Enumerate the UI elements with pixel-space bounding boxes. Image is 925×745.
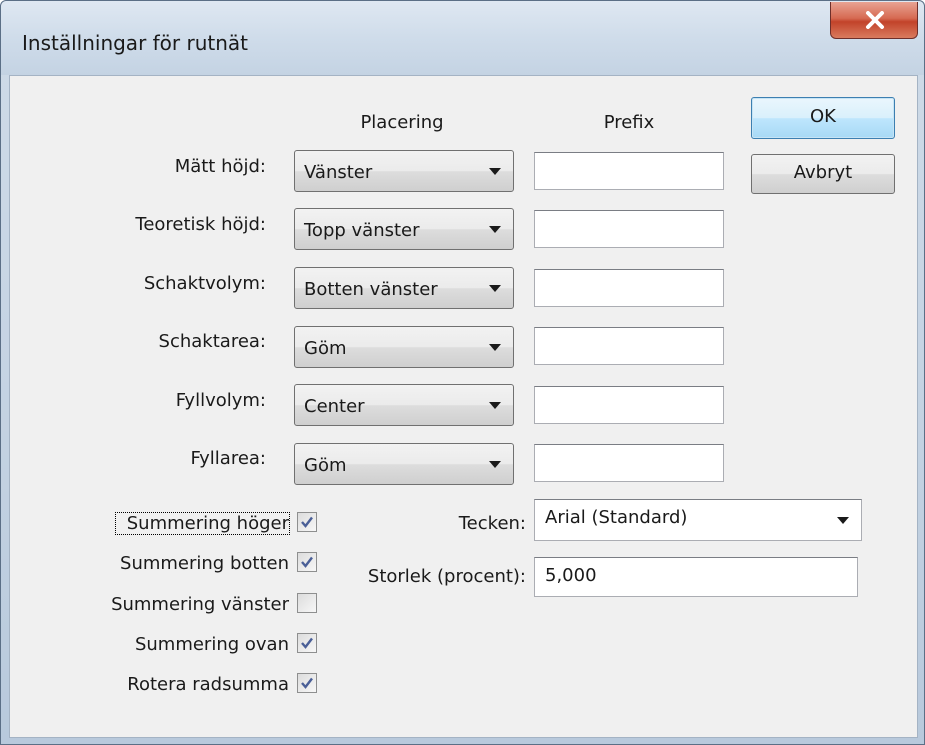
row-label-theoretical-height: Teoretisk höjd: bbox=[135, 214, 266, 235]
checkbox-sum-left[interactable] bbox=[297, 593, 317, 613]
placement-value: Topp vänster bbox=[304, 220, 420, 241]
checkbox-label-sum-bottom[interactable]: Summering botten bbox=[70, 553, 289, 574]
checkbox-sum-right[interactable] bbox=[297, 512, 317, 532]
checkbox-label-rotate-row-sum[interactable]: Rotera radsumma bbox=[70, 674, 289, 695]
placement-select-theoretical-height[interactable]: Topp vänster bbox=[294, 208, 514, 250]
window-title: Inställningar för rutnät bbox=[22, 31, 249, 55]
ok-button[interactable]: OK bbox=[751, 97, 895, 139]
checkbox-rotate-row-sum[interactable] bbox=[297, 673, 317, 693]
dropdown-arrow-icon bbox=[489, 461, 501, 468]
dialog-window: Inställningar för rutnät Placering Prefi… bbox=[0, 0, 925, 745]
checkmark-icon bbox=[301, 637, 313, 649]
placement-value: Göm bbox=[304, 338, 347, 359]
placement-select-fill-volume[interactable]: Center bbox=[294, 384, 514, 426]
placement-select-measured-height[interactable]: Vänster bbox=[294, 150, 514, 192]
dropdown-arrow-icon bbox=[489, 344, 501, 351]
checkbox-label-sum-top[interactable]: Summering ovan bbox=[70, 634, 289, 655]
close-button[interactable] bbox=[830, 2, 918, 39]
dropdown-arrow-icon bbox=[489, 285, 501, 292]
row-label-fill-area: Fyllarea: bbox=[190, 448, 266, 469]
title-bar[interactable]: Inställningar för rutnät bbox=[1, 1, 924, 75]
size-label: Storlek (procent): bbox=[367, 566, 526, 587]
prefix-input-cut-area[interactable] bbox=[534, 327, 724, 365]
placement-value: Göm bbox=[304, 455, 347, 476]
font-select[interactable]: Arial (Standard) bbox=[534, 499, 862, 541]
checkmark-icon bbox=[301, 556, 313, 568]
column-header-placement: Placering bbox=[360, 112, 444, 133]
prefix-input-cut-volume[interactable] bbox=[534, 269, 724, 307]
row-label-cut-area: Schaktarea: bbox=[158, 331, 266, 352]
dropdown-arrow-icon bbox=[837, 517, 849, 524]
size-input-value: 5,000 bbox=[545, 565, 597, 586]
prefix-input-fill-volume[interactable] bbox=[534, 386, 724, 424]
placement-select-fill-area[interactable]: Göm bbox=[294, 443, 514, 485]
row-label-cut-volume: Schaktvolym: bbox=[143, 273, 266, 294]
font-select-value: Arial (Standard) bbox=[545, 507, 688, 528]
prefix-input-measured-height[interactable] bbox=[534, 152, 724, 190]
row-label-fill-volume: Fyllvolym: bbox=[175, 390, 266, 411]
size-input[interactable]: 5,000 bbox=[534, 557, 858, 597]
checkbox-sum-top[interactable] bbox=[297, 633, 317, 653]
placement-value: Botten vänster bbox=[304, 279, 438, 300]
placement-select-cut-volume[interactable]: Botten vänster bbox=[294, 267, 514, 309]
dropdown-arrow-icon bbox=[489, 168, 501, 175]
dropdown-arrow-icon bbox=[489, 226, 501, 233]
checkbox-label-sum-right[interactable]: Summering höger bbox=[115, 512, 290, 535]
checkbox-label-sum-left[interactable]: Summering vänster bbox=[50, 594, 289, 615]
font-label: Tecken: bbox=[458, 513, 526, 534]
dialog-body: Placering Prefix Mätt höjd: Vänster Teor… bbox=[9, 75, 918, 738]
close-x-icon bbox=[866, 11, 884, 29]
row-label-measured-height: Mätt höjd: bbox=[174, 156, 266, 177]
column-header-prefix: Prefix bbox=[603, 112, 655, 133]
placement-value: Center bbox=[304, 396, 365, 417]
checkmark-icon bbox=[301, 677, 313, 689]
placement-value: Vänster bbox=[304, 162, 373, 183]
dropdown-arrow-icon bbox=[489, 402, 501, 409]
cancel-button[interactable]: Avbryt bbox=[751, 154, 895, 194]
prefix-input-fill-area[interactable] bbox=[534, 444, 724, 482]
placement-select-cut-area[interactable]: Göm bbox=[294, 326, 514, 368]
checkbox-sum-bottom[interactable] bbox=[297, 552, 317, 572]
checkmark-icon bbox=[301, 516, 313, 528]
prefix-input-theoretical-height[interactable] bbox=[534, 210, 724, 248]
